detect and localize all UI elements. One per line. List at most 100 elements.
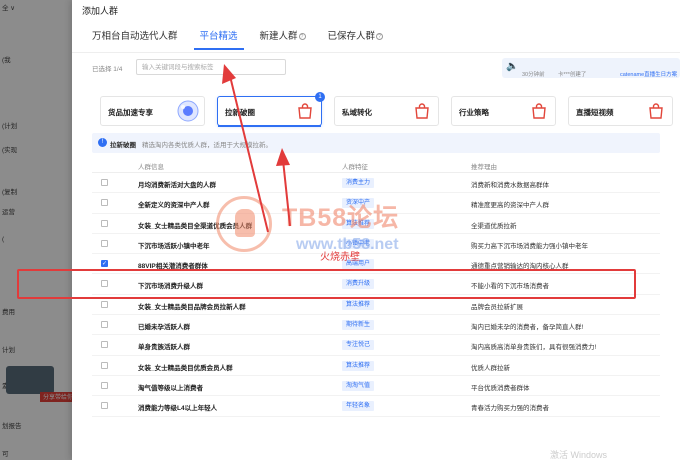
row-checkbox[interactable] — [101, 402, 108, 410]
table-row[interactable]: 单身贵族活跃人群 专注悦己 淘内高质高消单身贵族们，具有很强消费力! — [92, 335, 660, 356]
bag-icon — [532, 103, 546, 119]
audience-tag: 算法推荐 — [342, 218, 375, 229]
audience-name: 单身贵族活跃人群 — [138, 344, 190, 352]
notice-link[interactable]: catename直播生日方案 — [620, 70, 677, 78]
row-checkbox[interactable] — [101, 300, 108, 308]
tab-auto-audience[interactable]: 万相台自动选代人群 — [92, 28, 178, 50]
category-card-live-video[interactable]: 直播短视频 — [568, 96, 673, 126]
annotation-text: 火烧赤壁 — [320, 252, 360, 263]
audience-reason: 淘内高质高消单身贵族们，具有很强消费力! — [471, 344, 597, 352]
category-label: 直播短视频 — [576, 108, 614, 117]
row-checkbox[interactable] — [101, 341, 108, 349]
category-card-goods-boost[interactable]: 货品加速专享 — [100, 96, 205, 126]
table-row[interactable]: 女装_女士精品类目品牌会员拉新人群 算法推荐 品牌会员拉新扩展 — [92, 295, 660, 316]
audience-reason: 平台优质消费者群体 — [471, 384, 530, 392]
table-row[interactable]: 全新定义的资深中产人群 资深中产 精准度更高的资深中产人群 — [92, 193, 660, 214]
category-label: 货品加速专享 — [108, 108, 153, 117]
audience-reason: 青春活力购买力强的消费者 — [471, 405, 549, 413]
notice-time: 30分钟前 — [522, 72, 545, 78]
audience-name: 淘气值等级以上消费者 — [138, 384, 203, 392]
table-row[interactable]: 消费能力等级L4以上年轻人 年轻名象 青春活力购买力强的消费者 — [92, 396, 660, 417]
audience-reason: 消费新和消费水数据高群体 — [471, 182, 549, 189]
active-underline — [218, 125, 321, 127]
row-checkbox[interactable] — [101, 239, 108, 247]
category-card-new-reach[interactable]: 拉新破圈 1 — [217, 92, 325, 127]
audience-name: 女装_女士精品类目品牌会员拉新人群 — [138, 303, 246, 311]
category-description: ! 拉新破圈 精选淘内各类优质人群，适用于大规模拉新。 — [92, 133, 660, 153]
modal-title: 添加人群 — [82, 6, 119, 16]
row-checkbox[interactable] — [101, 361, 108, 369]
column-header: 人群信息 — [138, 164, 164, 171]
bag-icon — [415, 103, 429, 119]
audience-name: 88VIP相关潜消费者群体 — [138, 263, 208, 271]
audience-reason: 品牌会员拉新扩展 — [471, 303, 523, 311]
audience-name: 月均消费新活对大盘的人群 — [138, 182, 216, 189]
table-row[interactable]: 女装_女士精品类目全渠道优质会员人群 算法推荐 全渠道优质拉新 — [92, 214, 660, 234]
category-card-industry[interactable]: 行业策略 — [451, 96, 556, 126]
row-checkbox[interactable] — [101, 219, 108, 227]
row-checkbox[interactable]: ✓ — [101, 260, 108, 268]
audience-name: 全新定义的资深中产人群 — [138, 202, 210, 210]
tab-platform-picks[interactable]: 平台精选 — [193, 28, 244, 50]
tab-new-audience[interactable]: 新建人群? — [260, 28, 306, 50]
category-card-private-domain[interactable]: 私域转化 — [334, 96, 439, 126]
table-row[interactable]: 女装_女士精品类目优质会员人群 算法推荐 优质人群拉新 — [92, 356, 660, 376]
bag-icon — [298, 103, 312, 119]
bubble-icon — [177, 100, 199, 122]
tab-label: 新建人群 — [259, 31, 298, 42]
tab-bar: 万相台自动选代人群 平台精选 新建人群? 已保存人群? — [92, 28, 405, 50]
help-icon[interactable]: ? — [376, 33, 384, 40]
audience-name: 下沉市场活跃小镇中老年 — [138, 242, 210, 250]
audience-reason: 精准度更高的资深中产人群 — [471, 202, 549, 210]
audience-table: 人群信息 人群特征 推荐理由 月均消费新活对大盘的人群 消费主力 消费新和消费水数据… — [92, 157, 660, 417]
category-label: 行业策略 — [459, 108, 489, 117]
audience-name: 下沉市场消费升级人群 — [138, 283, 203, 291]
tab-label: 已保存人群 — [327, 31, 376, 42]
selected-count: 已选择 1/4 — [92, 66, 123, 73]
tab-divider — [72, 52, 680, 53]
audience-reason: 优质人群拉新 — [471, 364, 510, 372]
audience-tag: 消费升级 — [342, 279, 375, 290]
category-label: 拉新破圈 — [225, 108, 255, 117]
notice-user: 卡***创建了 — [558, 72, 587, 78]
bag-icon — [649, 103, 663, 119]
audience-reason: 通德重点营销输达的淘内核心人群 — [471, 263, 569, 271]
audience-tag: 资深中产 — [342, 198, 375, 209]
audience-reason: 全渠道优质拉新 — [471, 222, 517, 230]
audience-name: 已婚未孕活跃人群 — [138, 324, 190, 332]
audience-tag: 淘淘气值 — [342, 380, 375, 391]
modal-mask[interactable] — [0, 0, 80, 460]
row-checkbox[interactable] — [101, 280, 108, 288]
notice-bar[interactable]: 🔈 30分钟前 卡***创建了 catename直播生日方案 — [502, 58, 680, 78]
table-row[interactable]: 下沉市场活跃小镇中老年 小镇中老 购买力高下沉市场消费能力强小镇中老年 — [92, 234, 660, 255]
table-row[interactable]: 已婚未孕活跃人群 期待新生 淘内已婚未孕的消费者，备孕简直人群! — [92, 315, 660, 336]
category-label: 私域转化 — [342, 108, 372, 117]
audience-name: 女装_女士精品类目优质会员人群 — [138, 364, 233, 372]
audience-tag: 专注悦己 — [342, 340, 375, 351]
tab-label: 万相台自动选代人群 — [92, 31, 178, 42]
column-header: 人群特征 — [342, 164, 368, 171]
count-badge: 1 — [315, 92, 325, 102]
audience-reason: 不能小看的下沉市场消费者 — [471, 283, 549, 291]
audience-name: 消费能力等级L4以上年轻人 — [138, 405, 218, 413]
add-audience-modal: 添加人群 万相台自动选代人群 平台精选 新建人群? 已保存人群? 已选择 1/4… — [72, 0, 680, 460]
row-checkbox[interactable] — [101, 321, 108, 329]
audience-tag: 算法推荐 — [342, 360, 375, 371]
table-row[interactable]: 淘气值等级以上消费者 淘淘气值 平台优质消费者群体 — [92, 376, 660, 397]
table-row[interactable]: 下沉市场消费升级人群 消费升级 不能小看的下沉市场消费者 — [92, 274, 660, 295]
search-input[interactable] — [136, 59, 286, 75]
speaker-icon: 🔈 — [506, 61, 519, 72]
row-checkbox[interactable] — [101, 381, 108, 389]
category-name: 拉新破圈 — [110, 142, 136, 149]
table-row[interactable]: 月均消费新活对大盘的人群 消费主力 消费新和消费水数据高群体 — [92, 173, 660, 194]
category-text: 精选淘内各类优质人群，适用于大规模拉新。 — [142, 142, 272, 149]
row-checkbox[interactable] — [101, 179, 108, 186]
audience-tag: 年轻名象 — [342, 401, 375, 412]
audience-reason: 购买力高下沉市场消费能力强小镇中老年 — [471, 242, 588, 250]
help-icon[interactable]: ? — [298, 33, 306, 40]
row-checkbox[interactable] — [101, 199, 108, 207]
table-header: 人群信息 人群特征 推荐理由 — [92, 157, 660, 173]
table-row[interactable]: ✓ 88VIP相关潜消费者群体 高端用户 通德重点营销输达的淘内核心人群 — [92, 254, 660, 275]
tab-saved-audience[interactable]: 已保存人群? — [328, 28, 384, 50]
column-header: 推荐理由 — [471, 164, 497, 171]
